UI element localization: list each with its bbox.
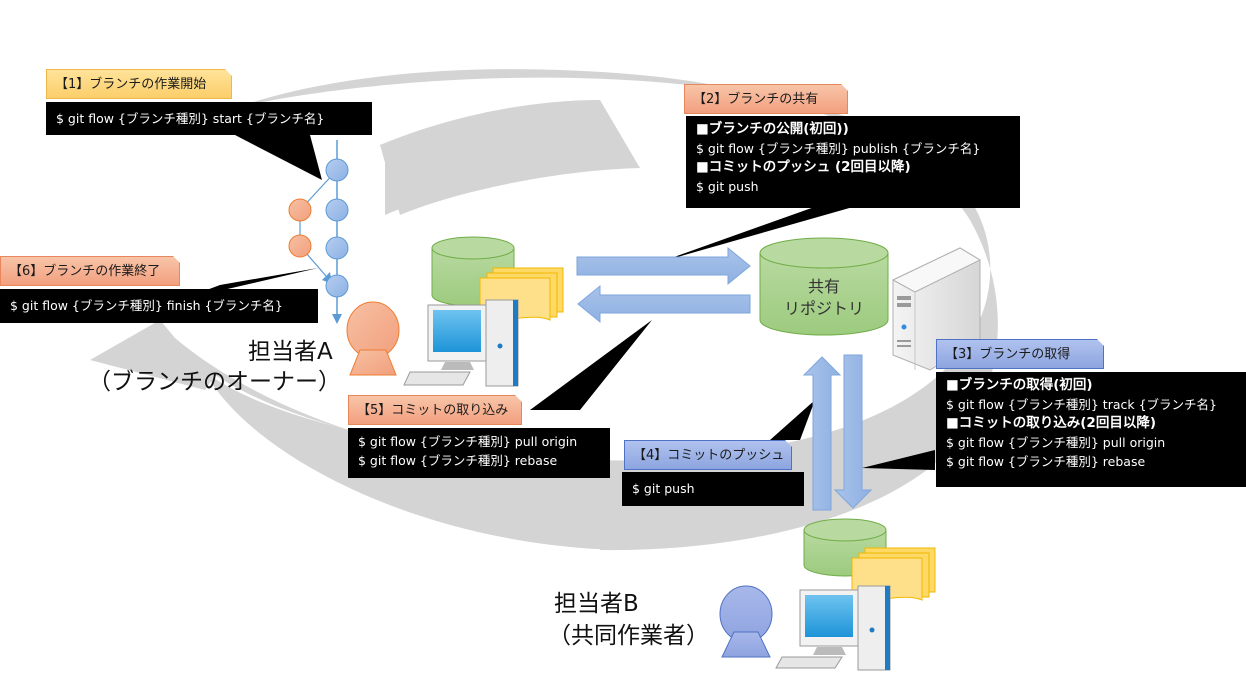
commit-node-develop bbox=[325, 274, 349, 298]
git-flow-diagram: 【1】ブランチの作業開始 $ git flow {ブランチ種別} start {… bbox=[0, 0, 1246, 692]
person-a-icon bbox=[346, 301, 400, 376]
step-2-heading-push: ■コミットのプッシュ (2回目以降) bbox=[696, 159, 911, 175]
step-3-command-track: $ git flow {ブランチ種別} track {ブランチ名} bbox=[946, 397, 1217, 412]
step-3-command-box: ■ブランチの取得(初回) $ git flow {ブランチ種別} track {… bbox=[936, 372, 1246, 487]
computer-a-icon bbox=[403, 299, 519, 387]
person-a-name: 担当者A bbox=[248, 339, 333, 365]
step-2-command-box: ■ブランチの公開(初回)) $ git flow {ブランチ種別} publis… bbox=[686, 116, 1020, 208]
computer-b-icon bbox=[775, 585, 891, 671]
step-3-heading-track: ■ブランチの取得(初回) bbox=[946, 377, 1093, 393]
step-2-heading-publish: ■ブランチの公開(初回)) bbox=[696, 121, 849, 137]
step-5-command-box: $ git flow {ブランチ種別} pull origin $ git fl… bbox=[348, 428, 610, 478]
shared-repository-label-line2: リポジトリ bbox=[783, 299, 864, 318]
step-5-command-pull: $ git flow {ブランチ種別} pull origin bbox=[358, 434, 578, 449]
commit-node-develop bbox=[325, 236, 349, 260]
step-6-label: 【6】ブランチの作業終了 bbox=[0, 256, 180, 286]
person-b-icon bbox=[719, 585, 773, 658]
step-3-label: 【3】ブランチの取得 bbox=[936, 339, 1104, 369]
commit-node-feature bbox=[288, 198, 312, 222]
commit-node-develop bbox=[325, 158, 349, 182]
step-4-command-box: $ git push bbox=[622, 472, 804, 506]
step-4-command: $ git push bbox=[632, 481, 695, 496]
push-arrow-to-repo bbox=[576, 246, 751, 286]
step-3-command-pull: $ git flow {ブランチ種別} pull origin bbox=[946, 435, 1166, 450]
step-2-command-push: $ git push bbox=[696, 179, 759, 194]
step-5-command-rebase: $ git flow {ブランチ種別} rebase bbox=[358, 453, 558, 468]
step-1-label: 【1】ブランチの作業開始 bbox=[46, 69, 232, 99]
person-a-role: （ブランチのオーナー） bbox=[88, 369, 341, 395]
step-6-command: $ git flow {ブランチ種別} finish {ブランチ名} bbox=[10, 298, 283, 313]
step-5-label: 【5】コミットの取り込み bbox=[348, 395, 522, 425]
step-3-heading-pull: ■コミットの取り込み(2回目以降) bbox=[946, 415, 1156, 431]
step-2-label: 【2】ブランチの共有 bbox=[684, 84, 848, 114]
person-b-role: （共同作業者） bbox=[548, 623, 709, 649]
shared-repository-label-line1: 共有 bbox=[807, 277, 840, 296]
person-b-name: 担当者B bbox=[554, 591, 639, 617]
step-3-command-rebase: $ git flow {ブランチ種別} rebase bbox=[946, 454, 1146, 469]
shared-repository-label: 共有 リポジトリ bbox=[770, 276, 878, 320]
step-1-command-box: $ git flow {ブランチ種別} start {ブランチ名} bbox=[46, 102, 372, 135]
step-4-label: 【4】コミットのプッシュ bbox=[624, 440, 792, 470]
step-1-command: $ git flow {ブランチ種別} start {ブランチ名} bbox=[56, 111, 325, 126]
step-2-command-publish: $ git flow {ブランチ種別} publish {ブランチ名} bbox=[696, 141, 981, 156]
step-6-command-box: $ git flow {ブランチ種別} finish {ブランチ名} bbox=[0, 289, 318, 323]
pull-arrow-from-repo bbox=[577, 284, 751, 324]
commit-node-develop bbox=[325, 198, 349, 222]
commit-node-feature bbox=[288, 234, 312, 258]
